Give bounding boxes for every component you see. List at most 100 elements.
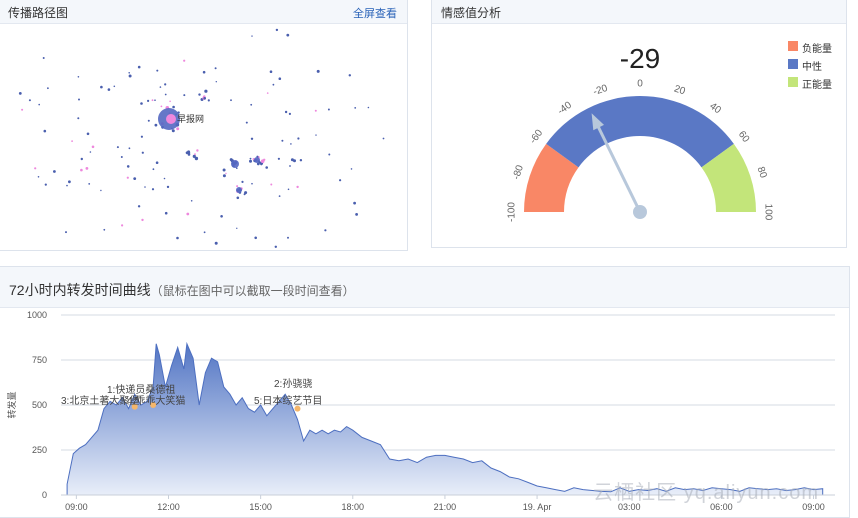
graph-node <box>164 211 168 215</box>
timeline-subtitle: （鼠标在图中可以截取一段时间查看） <box>150 284 355 298</box>
graph-node <box>269 70 273 73</box>
graph-node <box>207 99 210 102</box>
graph-node <box>251 35 253 37</box>
graph-node <box>190 200 193 202</box>
graph-node <box>220 215 223 218</box>
graph-node <box>154 99 156 101</box>
graph-node <box>47 87 49 90</box>
graph-node <box>77 76 80 78</box>
graph-node <box>164 83 167 86</box>
legend-swatch <box>788 41 798 51</box>
gauge-tick-label: -60 <box>528 127 546 146</box>
x-tick-label: 15:00 <box>249 502 272 512</box>
graph-node <box>251 182 253 185</box>
graph-node <box>78 98 80 101</box>
graph-hub-node[interactable] <box>236 187 242 193</box>
graph-node <box>89 151 92 153</box>
x-tick-label: 18:00 <box>342 502 365 512</box>
graph-node <box>147 119 150 122</box>
graph-node <box>222 174 226 178</box>
legend-label: 正能量 <box>802 80 832 91</box>
graph-node <box>172 105 175 109</box>
gauge-tick-label: 60 <box>736 129 752 145</box>
timeline-panel: 72小时内转发时间曲线（鼠标在图中可以截取一段时间查看） 0 250 500 750 1… <box>0 266 850 518</box>
graph-node <box>156 69 159 72</box>
graph-node <box>297 137 300 140</box>
graph-node <box>236 227 238 229</box>
graph-node <box>121 224 124 227</box>
y-tick-label: 750 <box>32 355 47 365</box>
graph-node <box>203 231 206 234</box>
graph-node <box>290 158 294 162</box>
x-tick-label: 19. Apr <box>523 502 552 512</box>
graph-node <box>141 151 144 154</box>
graph-node <box>265 166 269 169</box>
graph-node <box>245 121 248 124</box>
graph-node <box>289 165 291 167</box>
event-annotation: 5:日本综艺节目 <box>254 394 322 407</box>
graph-node <box>350 168 353 170</box>
timeline-title: 72小时内转发时间曲线（鼠标在图中可以截取一段时间查看） <box>9 280 355 300</box>
graph-node <box>85 167 89 170</box>
graph-hub-node[interactable] <box>231 160 239 168</box>
sentiment-panel: 情感值分析 -29 -100 -80 -60 -40 -20 0 20 40 60 80 100 负… <box>431 0 847 248</box>
graph-node <box>287 188 290 191</box>
graph-node <box>249 157 252 160</box>
sentiment-header: 情感值分析 <box>432 0 846 24</box>
graph-node <box>286 33 290 37</box>
sentiment-title: 情感值分析 <box>441 6 502 20</box>
graph-node <box>243 193 246 196</box>
gauge-tick-label: 0 <box>637 79 643 90</box>
gauge-tick-label: 40 <box>707 101 723 117</box>
graph-hub-node[interactable] <box>254 157 260 163</box>
graph-node <box>277 157 280 160</box>
graph-node <box>171 129 175 133</box>
graph-node <box>339 179 342 182</box>
graph-node <box>77 117 80 120</box>
event-annotation: 1:快递员桑德祖 <box>107 383 175 396</box>
series-area[interactable] <box>66 341 824 496</box>
propagation-graph[interactable]: 早报网 <box>0 23 408 251</box>
y-tick-label: 250 <box>32 445 47 455</box>
graph-node <box>147 99 150 102</box>
graph-node <box>159 86 162 88</box>
graph-node <box>225 172 227 175</box>
graph-node <box>236 196 240 200</box>
graph-node <box>250 137 254 140</box>
gauge-tick-label: 100 <box>762 204 773 221</box>
y-tick-label: 500 <box>32 400 47 410</box>
graph-node <box>103 228 106 231</box>
x-tick-label: 09:00 <box>65 502 88 512</box>
graph-node <box>120 156 123 158</box>
graph-node <box>241 180 244 183</box>
graph-node <box>128 72 130 74</box>
graph-node <box>214 67 217 70</box>
fullscreen-link[interactable]: 全屏查看 <box>353 5 397 21</box>
timeline-header: 72小时内转发时间曲线（鼠标在图中可以截取一段时间查看） <box>0 267 849 308</box>
gauge-tick-label: -20 <box>592 83 610 98</box>
graph-node <box>254 236 257 240</box>
graph-node <box>183 94 186 97</box>
graph-node <box>91 145 95 149</box>
graph-node <box>196 149 199 152</box>
graph-node <box>86 132 90 136</box>
gauge-band-neutral <box>546 96 734 168</box>
graph-node <box>260 159 265 163</box>
graph-node <box>222 168 226 172</box>
graph-node <box>160 105 163 108</box>
graph-node <box>43 129 47 133</box>
graph-node <box>186 212 190 216</box>
graph-node <box>88 183 91 185</box>
graph-node <box>203 97 206 100</box>
graph-node <box>80 168 83 172</box>
graph-node <box>141 218 144 222</box>
sentiment-value: -29 <box>620 43 660 74</box>
graph-node <box>327 108 330 111</box>
graph-node <box>296 185 299 189</box>
graph-node <box>202 70 206 74</box>
graph-node <box>128 74 132 78</box>
propagation-panel: 传播路径图 全屏查看 早报网 <box>0 0 408 251</box>
graph-node <box>215 81 217 83</box>
y-tick-label: 1000 <box>27 310 47 320</box>
graph-node <box>314 109 317 112</box>
